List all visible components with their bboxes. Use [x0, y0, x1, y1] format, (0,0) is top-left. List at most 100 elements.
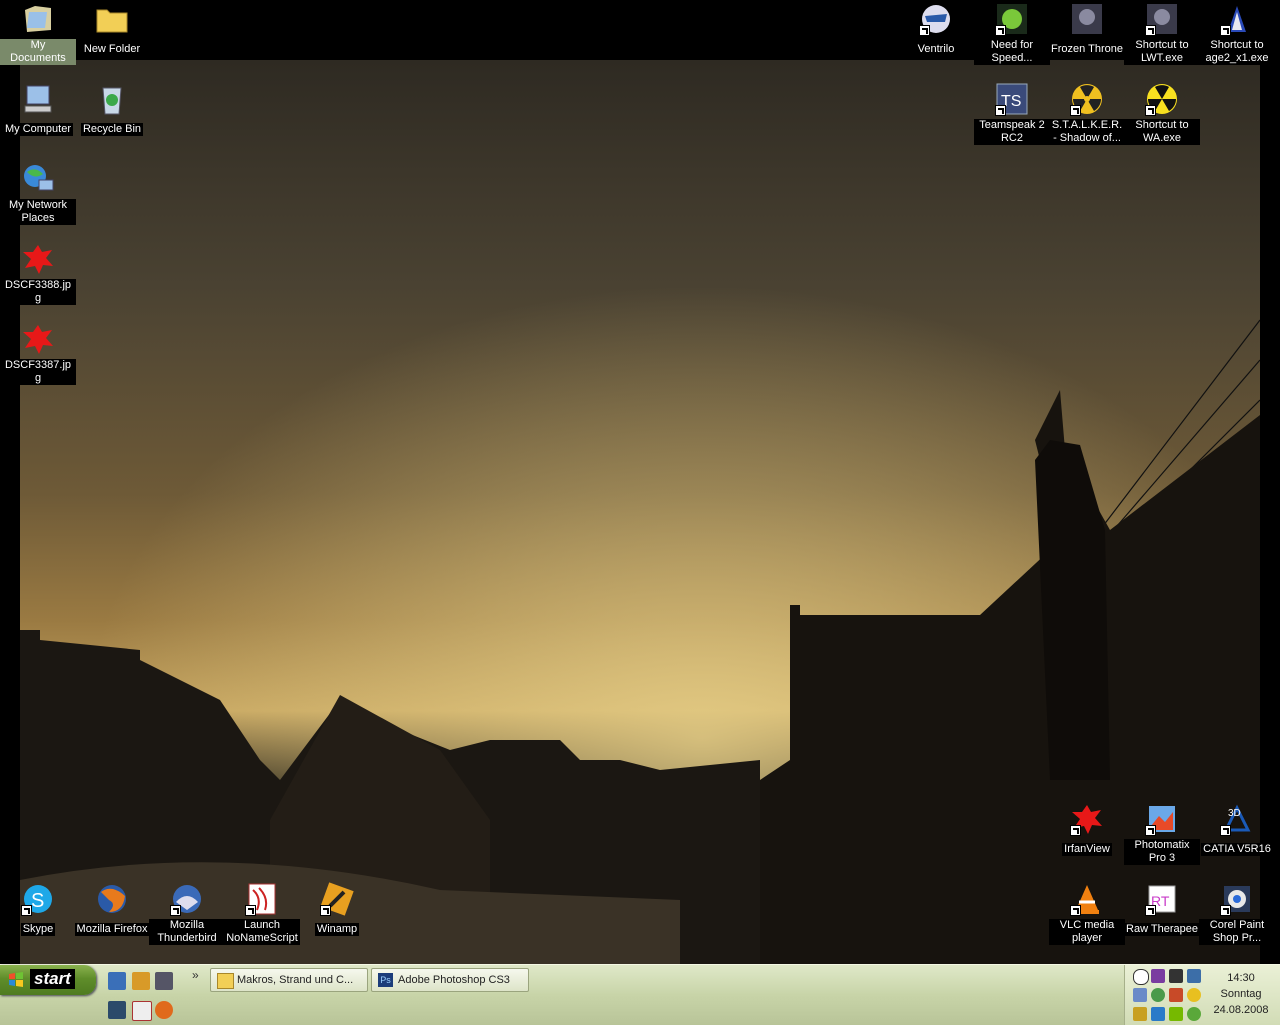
shortcut-arrow-icon [1220, 25, 1231, 36]
stalker-icon [1070, 82, 1104, 116]
clock-date: 24.08.2008 [1213, 1004, 1269, 1016]
shortcut-arrow-icon [245, 905, 256, 916]
tray-camera-icon[interactable] [1169, 969, 1183, 983]
script-quicklaunch-icon[interactable] [132, 1001, 152, 1021]
shortcut-arrow-icon [1220, 905, 1231, 916]
desktop-icon[interactable]: Ventrilo [898, 2, 974, 57]
winamp-quicklaunch-icon[interactable] [132, 972, 150, 990]
tray-speaker-icon[interactable] [1169, 988, 1183, 1002]
task-button-folder[interactable]: Makros, Strand und C... [210, 968, 368, 992]
shortcut-arrow-icon [995, 105, 1006, 116]
desktop-icon-label: Ventrilo [915, 43, 957, 56]
quicklaunch-overflow-chevron[interactable]: » [192, 968, 199, 982]
desktop-icon[interactable]: VLC media player [1049, 882, 1125, 946]
desktop-icon-label: VLC media player [1049, 919, 1125, 945]
desktop-icon-label: CATIA V5R16 [1201, 843, 1273, 856]
task-label: Adobe Photoshop CS3 [398, 974, 510, 986]
desktop-icon-label: Recycle Bin [80, 123, 144, 136]
skype-icon: S [21, 882, 55, 916]
winamp-icon [320, 882, 354, 916]
desktop-icon[interactable]: Launch NoNameScript [224, 882, 300, 946]
desktop-icon[interactable]: New Folder [74, 2, 150, 57]
tray-app-icon[interactable] [1151, 969, 1165, 983]
desktop-icon[interactable]: Shortcut to WA.exe [1124, 82, 1200, 146]
desktop-icon[interactable]: Winamp [299, 882, 375, 937]
tray-green-icon[interactable] [1151, 988, 1165, 1002]
task-label: Makros, Strand und C... [237, 974, 354, 986]
irfanview-icon [1070, 802, 1104, 836]
desktop-icon-label: Photomatix Pro 3 [1124, 839, 1200, 865]
desktop-icon[interactable]: My Network Places [0, 162, 76, 226]
desktop-icon-label: Mozilla Thunderbird [149, 919, 225, 945]
folder-icon [95, 2, 129, 36]
desktop-icon[interactable]: RT Raw Therapee [1124, 882, 1200, 937]
desktop-icon[interactable]: TS Teamspeak 2 RC2 [974, 82, 1050, 146]
desktop-icon[interactable]: S.T.A.L.K.E.R. - Shadow of... [1049, 82, 1125, 146]
tray-status-icon[interactable] [1187, 1007, 1201, 1021]
desktop-icon[interactable]: Mozilla Firefox [74, 882, 150, 937]
desktop-icon[interactable]: Need for Speed... [974, 2, 1050, 66]
desktop-icon-label: Skype [20, 923, 56, 936]
svg-text:3D: 3D [1228, 808, 1241, 819]
tray-pen-icon[interactable] [1133, 1007, 1147, 1021]
ie-icon[interactable] [108, 972, 126, 990]
display-quicklaunch-icon[interactable] [108, 1001, 126, 1019]
desktop-icon[interactable]: Shortcut to LWT.exe [1124, 2, 1200, 66]
desktop-icon[interactable]: Shortcut to age2_x1.exe [1199, 2, 1275, 66]
firefox-quicklaunch-icon[interactable] [155, 1001, 173, 1019]
clock-day: Sonntag [1220, 988, 1262, 1000]
panda-icon[interactable] [1133, 969, 1149, 985]
desktop-icon-label: Need for Speed... [974, 39, 1050, 65]
desktop-icon[interactable]: Recycle Bin [74, 82, 150, 137]
computer-icon [21, 82, 55, 116]
desktop-icon-label: Winamp [314, 923, 360, 936]
shortcut-arrow-icon [1070, 825, 1081, 836]
age-of-empires-icon [1220, 2, 1254, 36]
desktop-icon-label: Raw Therapee [1124, 923, 1200, 936]
nfs-icon [995, 2, 1029, 36]
desktop-icon-label: Frozen Throne [1049, 43, 1125, 56]
desktop-icon[interactable]: Mozilla Thunderbird [149, 882, 225, 946]
desktop-icon[interactable]: Frozen Throne [1049, 2, 1125, 57]
desktop-icon[interactable]: My Computer [0, 82, 76, 137]
catia-icon: 3D [1220, 802, 1254, 836]
desktop-icon[interactable]: My Documents [0, 2, 76, 66]
shortcut-arrow-icon [1070, 905, 1081, 916]
desktop-icon[interactable]: DSCF3388.jpg [0, 242, 76, 306]
warcraft-icon [1145, 2, 1179, 36]
shortcut-arrow-icon [919, 25, 930, 36]
shortcut-arrow-icon [1070, 105, 1081, 116]
teamspeak-icon: TS [995, 82, 1029, 116]
shield-icon[interactable] [1187, 988, 1201, 1002]
desktop-icon[interactable]: DSCF3387.jpg [0, 322, 76, 386]
desktop-icon[interactable]: S Skype [0, 882, 76, 937]
tray-network-icon[interactable] [1187, 969, 1201, 983]
camera-quicklaunch-icon[interactable] [155, 972, 173, 990]
shortcut-arrow-icon [1145, 25, 1156, 36]
clock[interactable]: 14:30 Sonntag 24.08.2008 [1209, 970, 1273, 1018]
corel-icon [1220, 882, 1254, 916]
tray-connection-icon[interactable] [1151, 1007, 1165, 1021]
task-button-photoshop[interactable]: Ps Adobe Photoshop CS3 [371, 968, 529, 992]
desktop-icon[interactable]: IrfanView [1049, 802, 1125, 857]
photomatix-icon [1145, 802, 1179, 836]
system-tray: 14:30 Sonntag 24.08.2008 [1124, 965, 1280, 1025]
shortcut-arrow-icon [1145, 825, 1156, 836]
desktop-icon-label: Shortcut to WA.exe [1124, 119, 1200, 145]
desktop-icon[interactable]: Photomatix Pro 3 [1124, 802, 1200, 866]
photoshop-icon: Ps [378, 973, 393, 987]
nvidia-icon[interactable] [1169, 1007, 1183, 1021]
vlc-icon [1070, 882, 1104, 916]
desktop-icon-label: My Documents [0, 39, 76, 65]
ventrilo-icon [919, 2, 953, 36]
desktop-icon-label: Shortcut to LWT.exe [1124, 39, 1200, 65]
tray-monitor-icon[interactable] [1133, 988, 1147, 1002]
desktop-icon[interactable]: Corel Paint Shop Pr... [1199, 882, 1275, 946]
desktop-icon[interactable]: 3D CATIA V5R16 [1199, 802, 1275, 857]
image-file-icon [21, 242, 55, 276]
desktop-icon-label: S.T.A.L.K.E.R. - Shadow of... [1049, 119, 1125, 145]
start-button[interactable]: start [0, 965, 96, 995]
windows-flag-icon [9, 972, 23, 987]
desktop-icon-label: My Network Places [0, 199, 76, 225]
svg-text:S: S [31, 890, 44, 912]
